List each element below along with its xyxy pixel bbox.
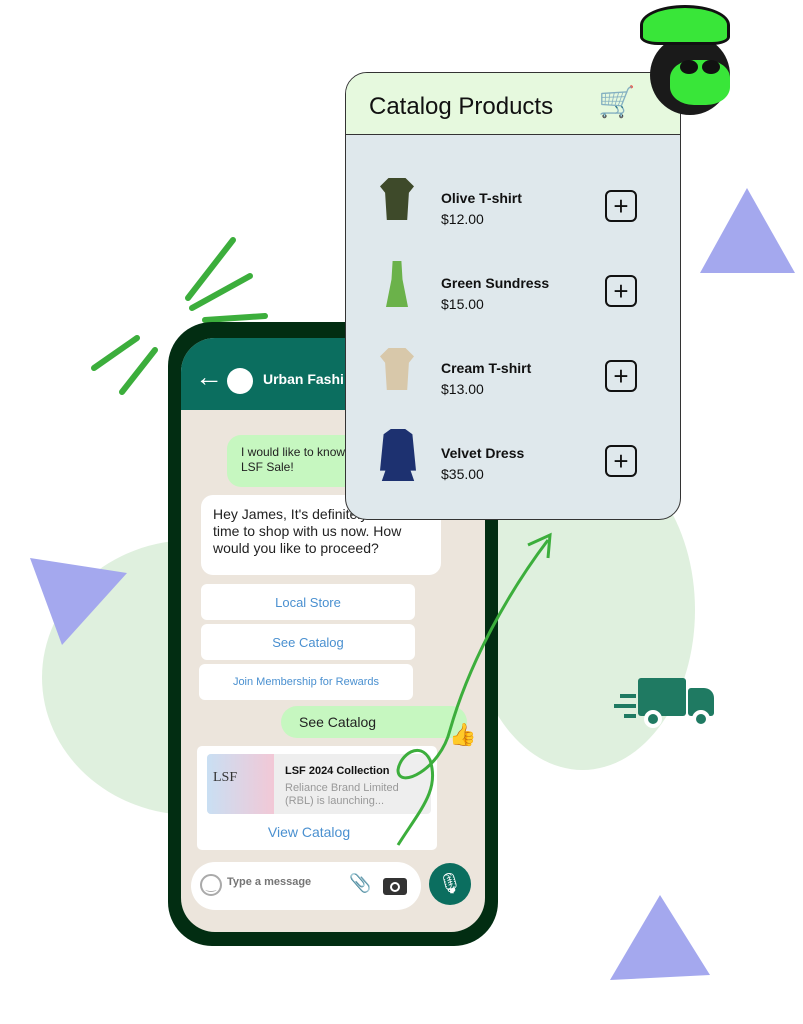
product-name: Cream T-shirt (441, 360, 532, 376)
message-input[interactable] (227, 876, 337, 888)
product-item: Olive T-shirt $12.00 + (346, 178, 680, 248)
add-product-button[interactable]: + (605, 445, 637, 477)
product-image (380, 348, 414, 390)
product-price: $13.00 (441, 381, 484, 397)
attach-icon[interactable]: 📎 (349, 873, 371, 894)
catalog-panel: Catalog Products 🛒 Olive T-shirt $12.00 … (345, 72, 681, 520)
add-product-button[interactable]: + (605, 190, 637, 222)
card-description: Reliance Brand Limited (RBL) is launchin… (285, 782, 399, 807)
message-input-bar: ‿ 📎 (191, 862, 421, 910)
back-arrow-icon[interactable]: ← (195, 363, 223, 391)
emoji-icon[interactable]: ‿ (200, 874, 222, 896)
product-price: $35.00 (441, 466, 484, 482)
triangle-decoration (610, 895, 710, 980)
catalog-title: Catalog Products (369, 93, 554, 120)
add-product-button[interactable]: + (605, 275, 637, 307)
option-local-store[interactable]: Local Store (201, 584, 415, 620)
microphone-button[interactable]: 🎙 (429, 863, 471, 905)
product-image (386, 261, 408, 307)
product-item: Green Sundress $15.00 + (346, 261, 680, 333)
thumbs-up-icon: 👍 (449, 722, 477, 747)
catalog-thumbnail: LSF (207, 754, 274, 814)
contact-name: Urban Fashi (263, 371, 344, 387)
product-item: Velvet Dress $35.00 + (346, 429, 680, 503)
option-see-catalog[interactable]: See Catalog (201, 624, 415, 660)
product-name: Olive T-shirt (441, 190, 522, 206)
product-item: Cream T-shirt $13.00 + (346, 348, 680, 418)
monkey-mascot-logo (630, 5, 740, 115)
product-name: Velvet Dress (441, 445, 525, 461)
avatar[interactable] (227, 368, 253, 394)
camera-icon[interactable] (383, 878, 407, 895)
card-title: LSF 2024 Collection (285, 765, 390, 777)
sent-message: See Catalog (281, 706, 467, 738)
product-image (380, 429, 416, 481)
triangle-decoration (30, 558, 127, 645)
product-image (380, 178, 414, 220)
catalog-card[interactable]: LSF LSF 2024 Collection Reliance Brand L… (197, 746, 437, 850)
view-catalog-link[interactable]: View Catalog (197, 824, 421, 840)
product-price: $15.00 (441, 296, 484, 312)
option-join-membership[interactable]: Join Membership for Rewards (199, 664, 413, 700)
delivery-truck-icon (608, 676, 718, 732)
product-price: $12.00 (441, 211, 484, 227)
product-name: Green Sundress (441, 275, 550, 291)
add-product-button[interactable]: + (605, 360, 637, 392)
triangle-decoration (700, 188, 795, 273)
